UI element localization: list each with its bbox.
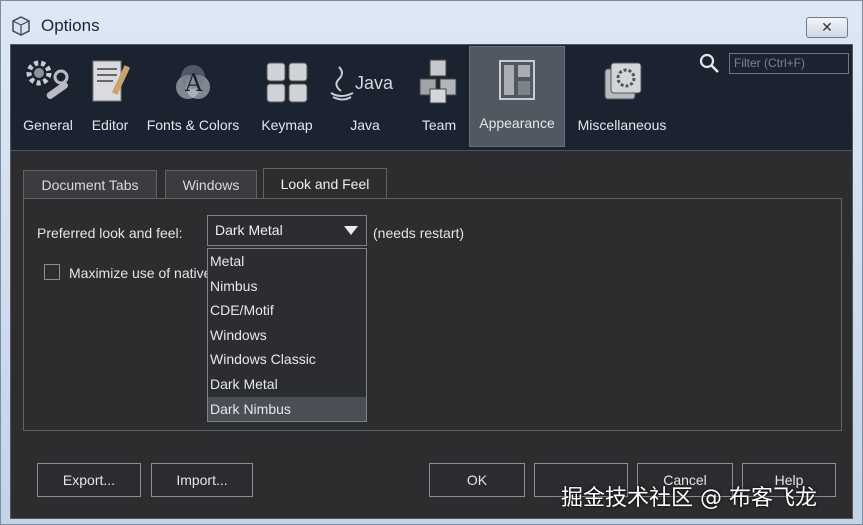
- java-logo-text: Java: [355, 73, 394, 93]
- java-icon: Java: [330, 66, 394, 101]
- dropdown-option-metal[interactable]: Metal: [208, 249, 366, 274]
- team-cubes-icon: [419, 59, 457, 104]
- options-client-area: General Editor A Fonts & Colors Keymap J…: [10, 44, 853, 519]
- filter-input[interactable]: Filter (Ctrl+F): [729, 53, 849, 74]
- dropdown-option-dark-metal[interactable]: Dark Metal: [208, 372, 366, 397]
- filter-placeholder: Filter (Ctrl+F): [734, 56, 805, 70]
- search-icon[interactable]: [698, 52, 720, 74]
- export-label: Export...: [62, 472, 116, 488]
- category-label: Fonts & Colors: [146, 117, 240, 133]
- selected-look-and-feel: Dark Metal: [215, 222, 283, 238]
- close-icon: ✕: [821, 19, 833, 36]
- category-label: Team: [421, 117, 457, 133]
- import-label: Import...: [176, 472, 228, 488]
- ok-label: OK: [466, 472, 488, 488]
- title-bar: Options ✕: [9, 9, 854, 45]
- chevron-down-icon: [344, 226, 358, 235]
- options-window: Options ✕ General Editor A Fonts & Color…: [0, 0, 863, 525]
- dropdown-option-nimbus[interactable]: Nimbus: [208, 274, 366, 299]
- close-button[interactable]: ✕: [806, 17, 848, 38]
- needs-restart-note: (needs restart): [373, 225, 465, 241]
- category-fonts-colors[interactable]: A Fonts & Colors: [139, 49, 247, 145]
- dropdown-option-windows-classic[interactable]: Windows Classic: [208, 347, 366, 372]
- category-label: General: [23, 117, 73, 133]
- category-java[interactable]: Java Java: [323, 49, 407, 145]
- tab-label: Document Tabs: [41, 176, 139, 193]
- dropdown-option-dark-nimbus[interactable]: Dark Nimbus: [208, 396, 366, 422]
- tab-windows[interactable]: Windows: [165, 170, 257, 198]
- import-button[interactable]: Import...: [151, 463, 253, 497]
- ok-button[interactable]: OK: [429, 463, 525, 497]
- category-label: Editor: [91, 117, 129, 133]
- category-miscellaneous[interactable]: Miscellaneous: [571, 49, 673, 145]
- tab-label: Look and Feel: [280, 175, 370, 192]
- maximize-native-checkbox[interactable]: [44, 264, 60, 280]
- miscellaneous-icon: [604, 62, 642, 100]
- export-button[interactable]: Export...: [37, 463, 141, 497]
- category-label: Appearance: [479, 115, 555, 131]
- appearance-icon: [499, 60, 535, 100]
- category-general[interactable]: General: [13, 49, 83, 145]
- watermark: 掘金技术社区 @ 布客飞龙: [561, 486, 817, 511]
- netbeans-cube-icon: [12, 16, 30, 36]
- category-appearance[interactable]: Appearance: [469, 46, 565, 147]
- dropdown-option-cde-motif[interactable]: CDE/Motif: [208, 298, 366, 323]
- category-label: Java: [350, 117, 380, 133]
- window-title: Options: [41, 16, 100, 35]
- maximize-native-label: Maximize use of native look and feel: [69, 265, 207, 281]
- category-toolbar: General Editor A Fonts & Colors Keymap J…: [11, 45, 852, 151]
- tab-label: Windows: [182, 176, 240, 193]
- category-keymap[interactable]: Keymap: [255, 49, 319, 145]
- category-team[interactable]: Team: [413, 49, 465, 145]
- dropdown-option-windows[interactable]: Windows: [208, 323, 366, 348]
- tab-document-tabs[interactable]: Document Tabs: [23, 170, 157, 198]
- fonts-colors-icon: A: [176, 65, 210, 99]
- look-and-feel-dropdown-list: Metal Nimbus CDE/Motif Windows Windows C…: [207, 248, 367, 422]
- category-label: Keymap: [261, 117, 313, 133]
- keymap-icon: [266, 62, 308, 103]
- preferred-look-and-feel-label: Preferred look and feel:: [37, 225, 183, 241]
- svg-text:A: A: [184, 69, 203, 97]
- editor-icon: [92, 60, 131, 102]
- category-label: Miscellaneous: [577, 117, 667, 133]
- tab-look-and-feel[interactable]: Look and Feel: [263, 168, 387, 198]
- look-and-feel-select[interactable]: Dark Metal: [207, 215, 367, 246]
- gears-wrench-icon: [26, 60, 69, 99]
- category-editor[interactable]: Editor: [85, 49, 135, 145]
